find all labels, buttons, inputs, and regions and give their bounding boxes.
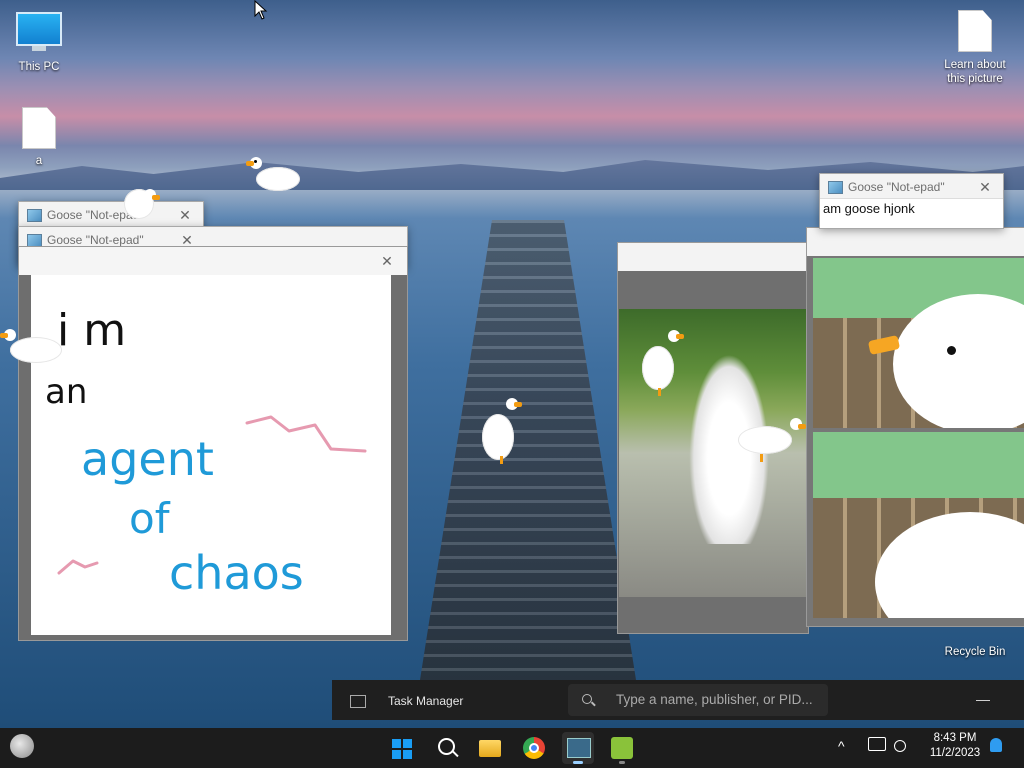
tray-chevron-icon[interactable]: ^ (838, 738, 845, 754)
title-bar[interactable]: ✕ (19, 247, 407, 275)
search-placeholder: Type a name, publisher, or PID... (616, 692, 813, 707)
chrome-icon (523, 737, 545, 759)
desktop-goose[interactable] (638, 328, 688, 398)
windows-icon (392, 739, 412, 759)
notepad-text-area[interactable]: am goose hjonk (820, 198, 1003, 220)
minimize-button[interactable]: — (976, 691, 990, 707)
notepad-icon (828, 181, 843, 194)
document-icon (22, 107, 56, 149)
title-bar[interactable] (618, 243, 808, 271)
pink-scribble (245, 415, 367, 453)
drawing-canvas[interactable]: i m an agent of chaos (31, 275, 391, 635)
title-bar[interactable]: Goose "Not-epad" ✕ (19, 202, 203, 228)
search-icon (582, 694, 592, 704)
close-button[interactable]: ✕ (375, 249, 399, 273)
scribble-line: i m (57, 305, 126, 356)
scribble-drawing: i m an agent of chaos (45, 305, 367, 600)
desktop-icon-label: Learn about this picture (944, 59, 1006, 85)
task-manager-window[interactable]: Task Manager Type a name, publisher, or … (332, 680, 1024, 720)
task-manager-icon (350, 695, 366, 708)
task-manager-title: Task Manager (388, 694, 464, 708)
desktop-wallpaper-pier (420, 220, 636, 680)
close-button[interactable]: ✕ (973, 175, 997, 199)
chrome-button[interactable] (518, 732, 550, 764)
monitor-icon (16, 12, 62, 46)
drawing-window[interactable]: ✕ i m an agent of chaos (18, 246, 408, 641)
clock-time: 8:43 PM (933, 732, 977, 744)
document-icon (958, 10, 992, 52)
desktop-icon-recycle-bin[interactable]: Recycle Bin (940, 646, 1010, 658)
cartoon-panel-bottom (813, 432, 1024, 618)
mouse-cursor-icon (254, 0, 268, 20)
desktop-goose[interactable] (736, 414, 806, 470)
title-bar[interactable] (807, 228, 1024, 256)
desktop-goose-taskbar-button[interactable] (606, 732, 638, 764)
network-icon[interactable] (868, 737, 886, 751)
clock-date: 11/2/2023 (929, 747, 981, 759)
scribble-line: agent (81, 432, 214, 486)
cartoon-panel-top (813, 258, 1024, 428)
task-manager-taskbar-button[interactable] (562, 732, 594, 764)
desktop-goose[interactable] (118, 183, 162, 229)
notification-bell-icon[interactable] (990, 738, 1002, 752)
desktop-goose[interactable] (246, 155, 302, 195)
scribble-line: of (129, 494, 171, 543)
pink-scribble (57, 559, 99, 575)
desktop-goose[interactable] (478, 394, 526, 466)
volume-muted-icon[interactable] (894, 740, 906, 752)
title-bar[interactable]: Goose "Not-epad" ✕ (820, 174, 1003, 200)
desktop-icon-label: Recycle Bin (944, 646, 1006, 658)
desktop-icon-learn-about-picture[interactable]: Learn about this picture (938, 10, 1012, 86)
search-button[interactable] (430, 732, 462, 764)
desktop-icon-label: This PC (18, 61, 60, 73)
close-button[interactable]: ✕ (173, 203, 197, 227)
folder-icon (479, 740, 501, 757)
scribble-line: an (45, 372, 87, 412)
window-title: Goose "Not-epad" (848, 180, 945, 194)
search-icon (438, 738, 455, 755)
system-clock[interactable]: 8:43 PM 11/2/2023 (918, 731, 992, 761)
taskbar: ^ 8:43 PM 11/2/2023 (0, 728, 1024, 768)
desktop-icon-label: a (35, 155, 43, 167)
start-button[interactable] (386, 732, 418, 764)
cartoon-window[interactable] (806, 227, 1024, 627)
notepad-icon (27, 209, 42, 222)
task-manager-icon (567, 738, 591, 758)
scribble-line: chaos (169, 546, 304, 600)
desktop-goose[interactable] (0, 325, 64, 369)
desktop: This PC a Learn about this picture Recyc… (0, 0, 1024, 728)
window-title: Goose "Not-epad" (47, 233, 144, 247)
file-explorer-button[interactable] (474, 732, 506, 764)
notepad-window-front[interactable]: Goose "Not-epad" ✕ am goose hjonk (819, 173, 1004, 229)
desktop-icon-a[interactable]: a (14, 107, 64, 167)
weather-icon[interactable] (10, 734, 34, 758)
desktop-icon-this-pc[interactable]: This PC (10, 12, 68, 73)
task-manager-search-input[interactable]: Type a name, publisher, or PID... (568, 684, 828, 716)
goose-app-icon (611, 737, 633, 759)
